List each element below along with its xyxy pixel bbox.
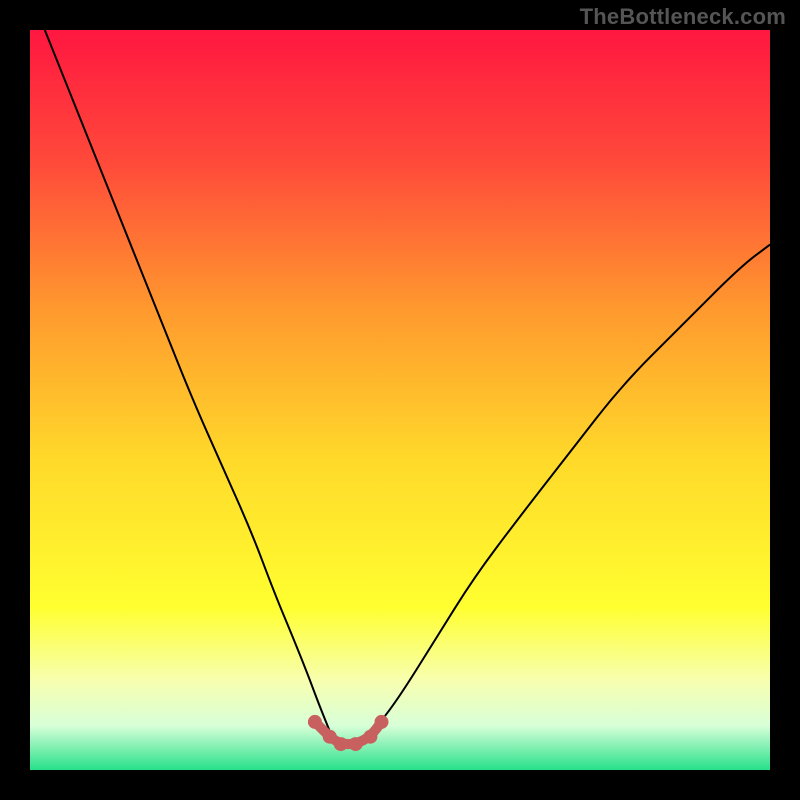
plot-area [30, 30, 770, 770]
chart-svg [30, 30, 770, 770]
series-dot-bottom-marker [349, 737, 363, 751]
chart-frame: TheBottleneck.com [0, 0, 800, 800]
watermark-text: TheBottleneck.com [580, 4, 786, 30]
series-dot-bottom-marker [334, 737, 348, 751]
series-dot-bottom-marker [308, 715, 322, 729]
chart-background [30, 30, 770, 770]
series-dot-bottom-marker [375, 715, 389, 729]
series-dot-bottom-marker [363, 730, 377, 744]
